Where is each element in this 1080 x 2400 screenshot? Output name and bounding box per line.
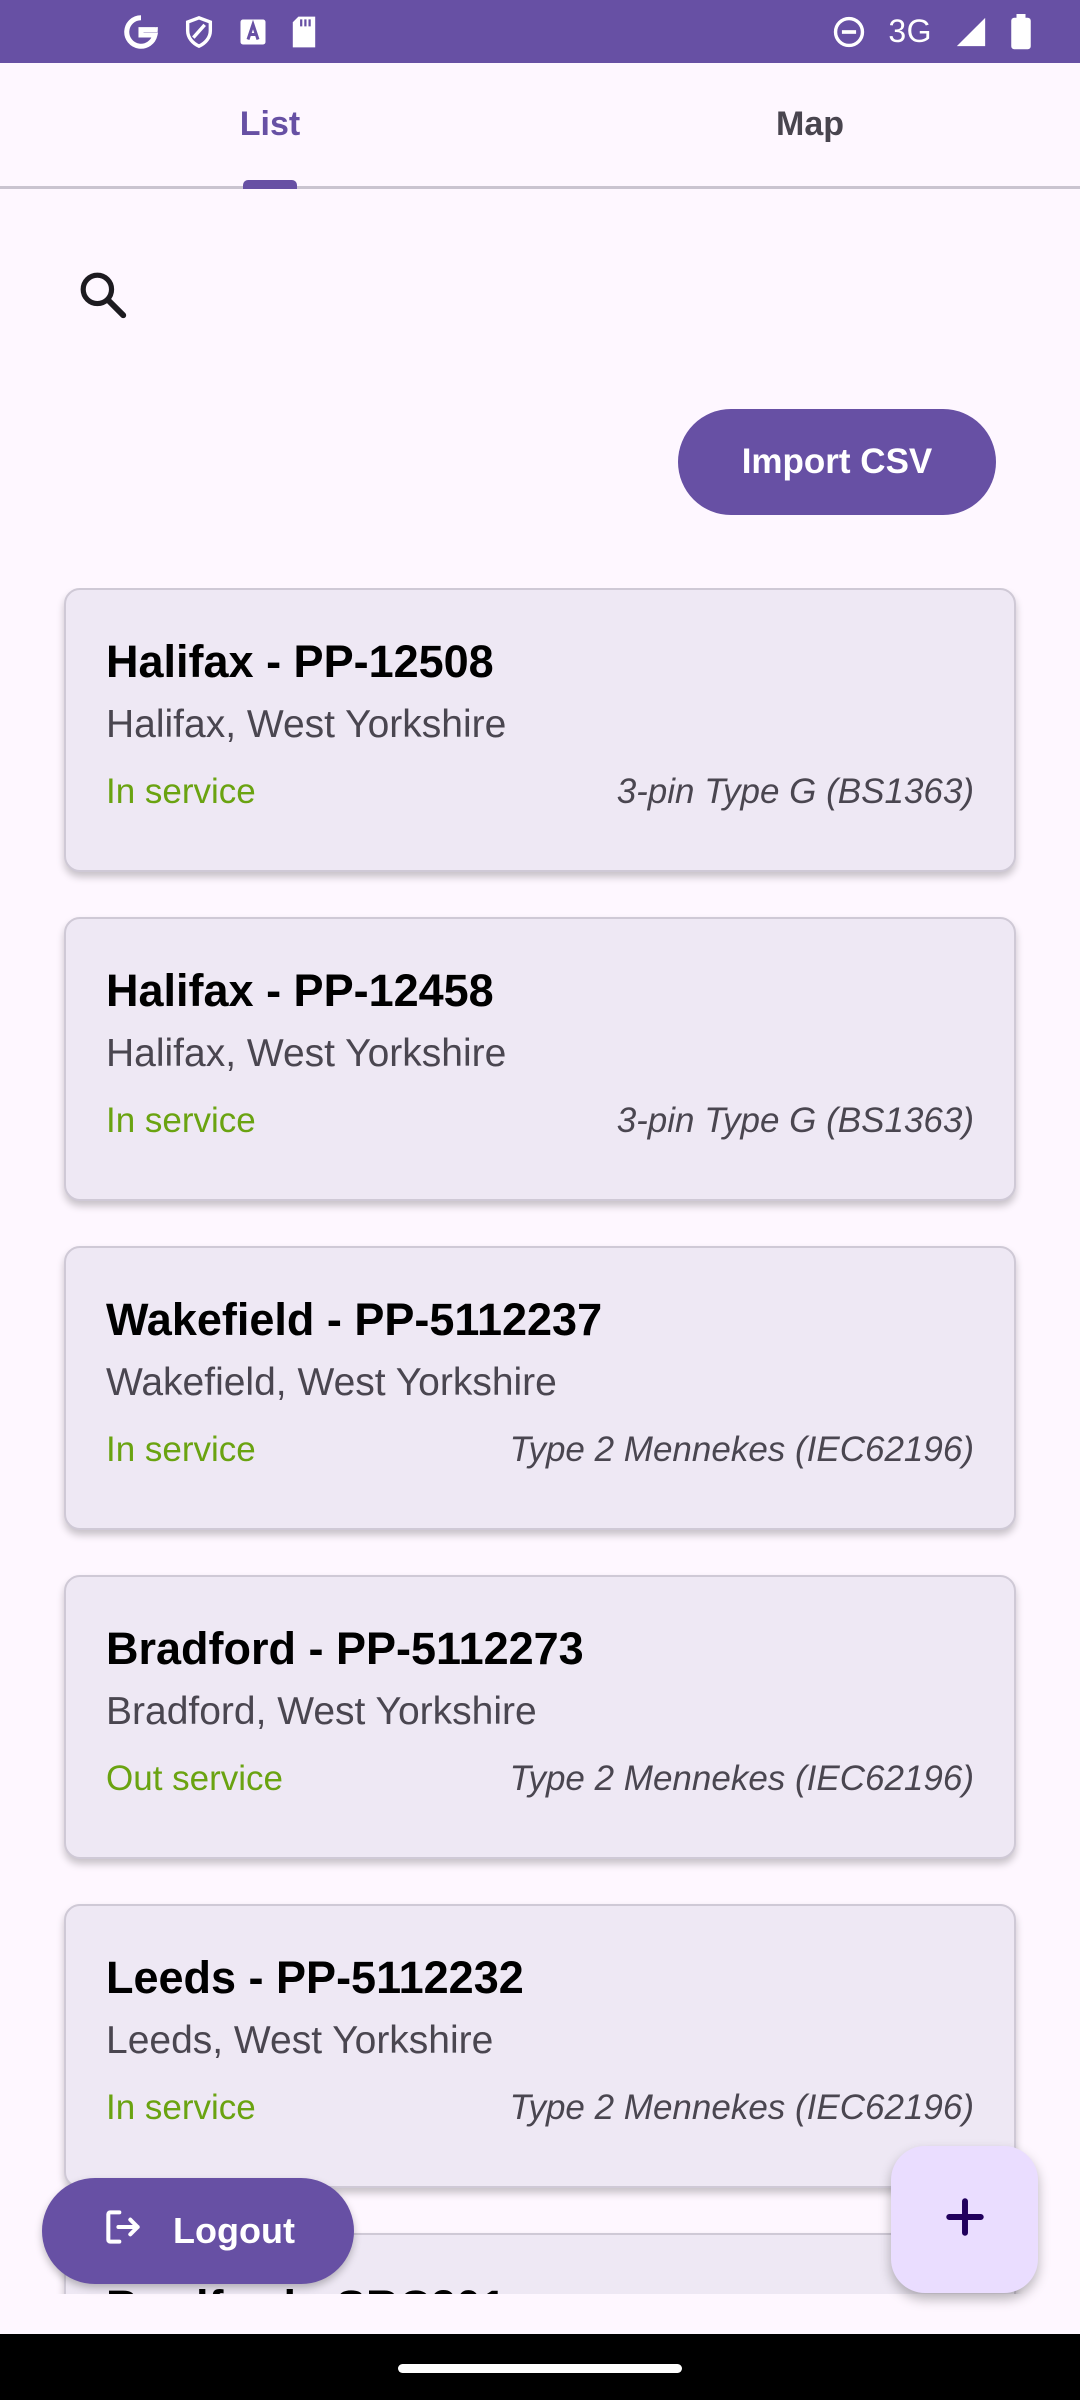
charger-connector: 3-pin Type G (BS1363)	[616, 1101, 974, 1140]
charger-title: Leeds - PP-5112232	[106, 1952, 524, 2003]
charger-location: Leeds, West Yorkshire	[106, 2019, 494, 2062]
charger-title: Bradford - PP-5112273	[106, 1623, 584, 1674]
charger-footer: In service 3-pin Type G (BS1363)	[106, 1101, 974, 1141]
charger-location: Halifax, West Yorkshire	[106, 1032, 507, 1075]
charger-card[interactable]: Halifax - PP-12508 Halifax, West Yorkshi…	[64, 588, 1016, 872]
shield-icon	[182, 14, 216, 50]
charger-card[interactable]: Bradford - PP-5112273 Bradford, West Yor…	[64, 1575, 1016, 1859]
plus-icon	[944, 2196, 986, 2243]
charger-status: In service	[106, 1430, 256, 1469]
charger-footer: In service 3-pin Type G (BS1363)	[106, 772, 974, 812]
charger-connector: 3-pin Type G (BS1363)	[616, 772, 974, 811]
charger-list: Halifax - PP-12508 Halifax, West Yorkshi…	[0, 588, 1080, 2294]
status-bar-right: 3G	[832, 13, 1032, 50]
charger-card[interactable]: Wakefield - PP-5112237 Wakefield, West Y…	[64, 1246, 1016, 1530]
status-bar: 3G	[0, 0, 1080, 63]
charger-location: Bradford, West Yorkshire	[106, 1690, 537, 1733]
charger-connector: Type 2 Mennekes (IEC62196)	[509, 1430, 974, 1469]
search-icon[interactable]	[76, 268, 130, 322]
do-not-disturb-icon	[832, 15, 866, 49]
tab-map[interactable]: Map	[540, 63, 1080, 186]
logout-label: Logout	[173, 2210, 295, 2251]
charger-status: Out service	[106, 1759, 283, 1798]
sd-card-icon	[290, 15, 318, 49]
network-type: 3G	[888, 13, 932, 49]
accessibility-icon	[238, 17, 268, 47]
charger-footer: In service Type 2 Mennekes (IEC62196)	[106, 1430, 974, 1470]
tab-list-label: List	[239, 105, 301, 143]
charger-status: In service	[106, 2088, 256, 2127]
charger-footer: Out service Type 2 Mennekes (IEC62196)	[106, 1759, 974, 1799]
charger-title: Wakefield - PP-5112237	[106, 1294, 603, 1345]
charger-connector: Type 2 Mennekes (IEC62196)	[509, 1759, 974, 1798]
status-bar-left	[122, 13, 318, 51]
charger-status: In service	[106, 1101, 256, 1140]
home-gesture-handle[interactable]	[398, 2364, 682, 2373]
charger-footer: In service Type 2 Mennekes (IEC62196)	[106, 2088, 974, 2128]
tab-bar: List Map	[0, 63, 1080, 189]
battery-icon	[1010, 13, 1032, 50]
signal-icon	[954, 15, 988, 49]
import-csv-button[interactable]: Import CSV	[678, 409, 996, 515]
tab-indicator	[243, 180, 297, 189]
tab-list[interactable]: List	[0, 63, 540, 189]
logout-button[interactable]: Logout	[42, 2178, 354, 2284]
google-icon	[122, 13, 160, 51]
charger-title: Halifax - PP-12508	[106, 636, 494, 687]
charger-status: In service	[106, 772, 256, 811]
charger-connector: Type 2 Mennekes (IEC62196)	[509, 2088, 974, 2127]
logout-icon	[101, 2205, 145, 2258]
add-charger-button[interactable]	[891, 2146, 1038, 2293]
charger-location: Wakefield, West Yorkshire	[106, 1361, 557, 1404]
charger-location: Halifax, West Yorkshire	[106, 703, 507, 746]
charger-card[interactable]: Halifax - PP-12458 Halifax, West Yorkshi…	[64, 917, 1016, 1201]
tab-map-label: Map	[776, 105, 844, 143]
charger-card[interactable]: Leeds - PP-5112232 Leeds, West Yorkshire…	[64, 1904, 1016, 2188]
charger-title: Halifax - PP-12458	[106, 965, 494, 1016]
